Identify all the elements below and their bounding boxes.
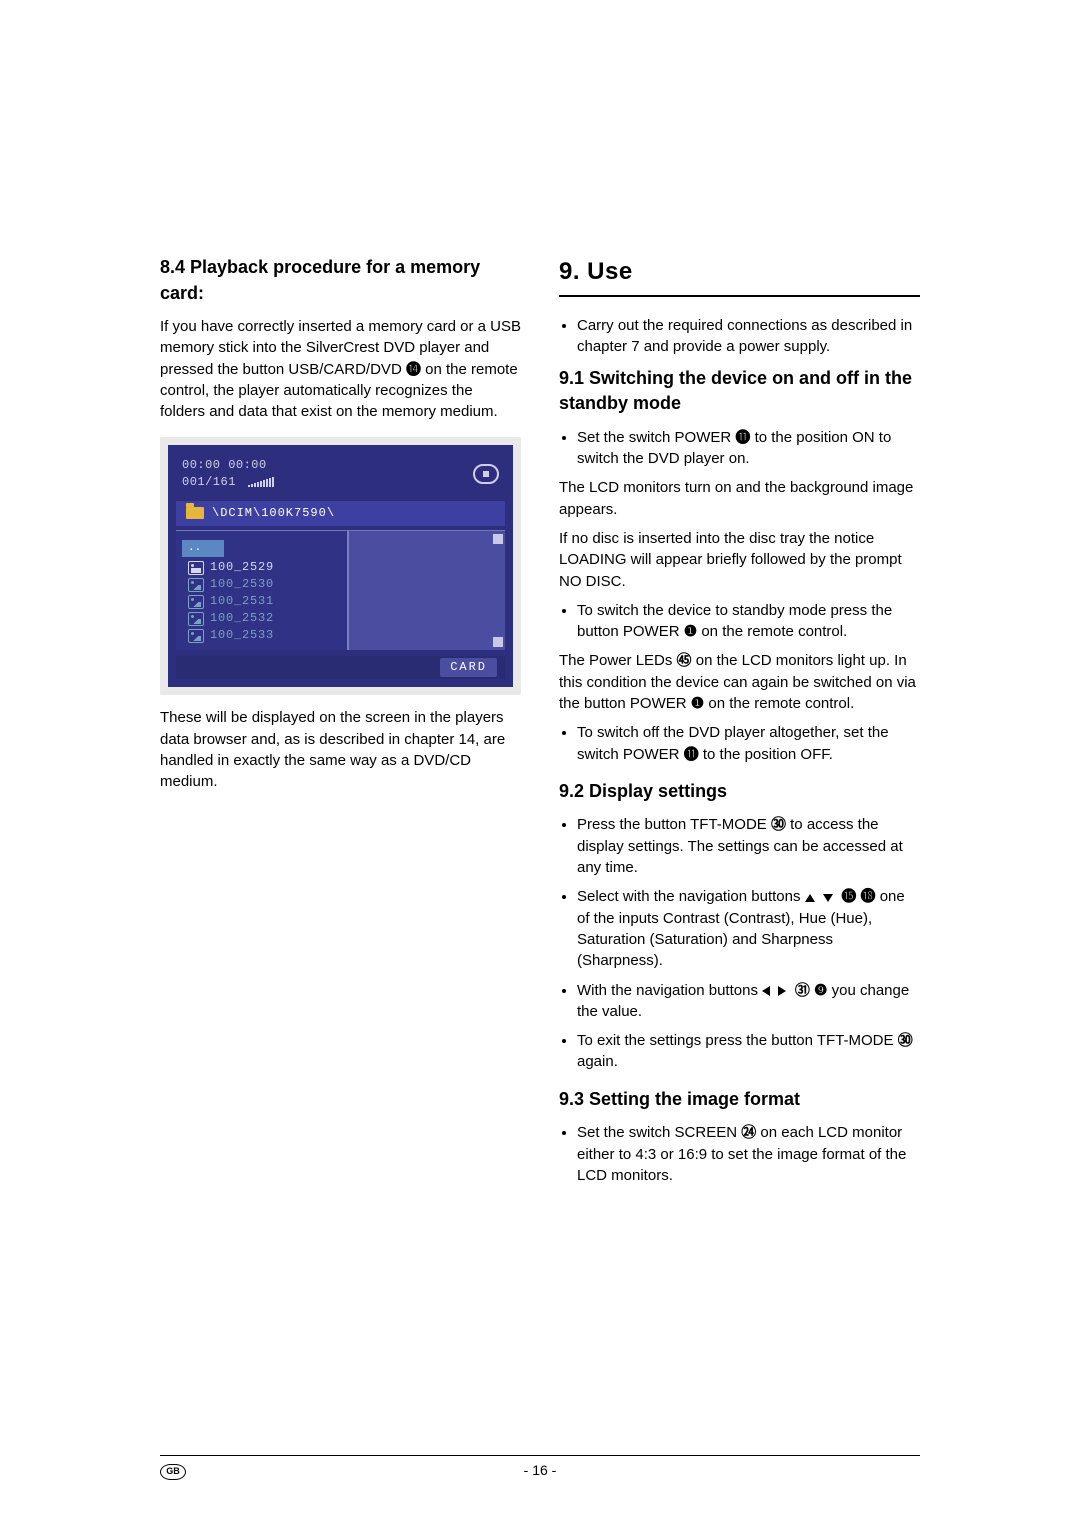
screenshot-top-bar: 00:00 00:00 001/161 <box>176 453 505 495</box>
para-8-4-outro: These will be displayed on the screen in… <box>160 707 521 792</box>
para-power-leds: The Power LEDs ㊺ on the LCD monitors lig… <box>559 650 920 714</box>
list-item: 100_2531 <box>182 593 347 610</box>
screenshot-card-browser: 00:00 00:00 001/161 <box>160 437 521 696</box>
image-file-icon <box>188 578 204 592</box>
ref-24-icon: ㉔ <box>741 1122 756 1143</box>
left-column: 8.4 Playback procedure for a memory card… <box>160 255 521 1194</box>
preview-pane <box>347 531 506 651</box>
manual-page: 8.4 Playback procedure for a memory card… <box>0 0 1080 1528</box>
screenshot-index: 001/161 <box>182 474 236 491</box>
image-file-icon <box>188 595 204 609</box>
chapter-rule <box>559 295 920 297</box>
list-item: To exit the settings press the button TF… <box>577 1030 920 1073</box>
image-file-icon <box>188 629 204 643</box>
heading-9-3: 9.3 Setting the image format <box>559 1087 920 1113</box>
list-item: Select with the navigation buttons ⓯ ⓲ o… <box>577 886 920 971</box>
heading-9-2: 9.2 Display settings <box>559 779 920 805</box>
scroll-up-icon <box>493 534 503 544</box>
para-no-disc: If no disc is inserted into the disc tra… <box>559 528 920 592</box>
media-type-bar: CARD <box>176 656 505 679</box>
screenshot-file-pane: .. 100_2529 100_2530 100_2531 100_2532 1… <box>176 530 505 651</box>
card-label: CARD <box>440 658 497 677</box>
screenshot-path: \DCIM\100K7590\ <box>212 505 335 522</box>
image-file-icon <box>188 561 204 575</box>
ref-14-icon: ⓮ <box>406 359 421 380</box>
heading-8-4: 8.4 Playback procedure for a memory card… <box>160 255 521 306</box>
ref-11-icon: ⓫ <box>735 427 750 448</box>
arrow-right-icon <box>778 986 786 996</box>
ref-18-icon: ⓲ <box>861 886 876 907</box>
list-item: To switch off the DVD player altogether,… <box>577 722 920 765</box>
ref-1-icon: ❶ <box>684 621 697 642</box>
arrow-up-icon <box>805 894 815 902</box>
screenshot-time: 00:00 00:00 <box>182 457 274 474</box>
footer-rule <box>160 1455 920 1456</box>
ref-31-icon: ㉛ <box>795 980 810 1001</box>
list-item: To switch the device to standby mode pre… <box>577 600 920 643</box>
chapter-9-title: 9. Use <box>559 255 920 289</box>
file-list: .. 100_2529 100_2530 100_2531 100_2532 1… <box>176 531 347 651</box>
para-8-4-intro: If you have correctly inserted a memory … <box>160 316 521 422</box>
list-item: 100_2530 <box>182 576 347 593</box>
list-item: 100_2532 <box>182 610 347 627</box>
ref-15-icon: ⓯ <box>841 886 856 907</box>
ref-1-icon: ❶ <box>691 693 704 714</box>
ref-9-icon: ❾ <box>814 980 827 1001</box>
ref-30-icon: ㉚ <box>898 1030 913 1051</box>
gb-oval-icon: GB <box>160 1464 186 1480</box>
list-item: 100_2533 <box>182 627 347 644</box>
folder-icon <box>186 507 204 519</box>
list-item: Set the switch SCREEN ㉔ on each LCD moni… <box>577 1122 920 1186</box>
page-number: - 16 - <box>524 1462 557 1478</box>
right-column: 9. Use Carry out the required connection… <box>559 255 920 1194</box>
image-file-icon <box>188 612 204 626</box>
ref-45-icon: ㊺ <box>677 650 692 671</box>
ref-11-icon: ⓫ <box>684 744 699 765</box>
footer: GB - 16 - <box>160 1462 920 1478</box>
list-item: Carry out the required connections as de… <box>577 315 920 358</box>
ref-30-icon: ㉚ <box>771 814 786 835</box>
list-item: With the navigation buttons ㉛ ❾ you chan… <box>577 980 920 1023</box>
volume-bars-icon <box>248 477 274 487</box>
stop-icon <box>473 464 499 484</box>
dir-up-item: .. <box>182 540 224 558</box>
heading-9-1: 9.1 Switching the device on and off in t… <box>559 366 920 417</box>
chapter-intro-list: Carry out the required connections as de… <box>559 315 920 358</box>
list-item: Press the button TFT-MODE ㉚ to access th… <box>577 814 920 878</box>
arrow-left-icon <box>762 986 770 996</box>
para-lcd-on: The LCD monitors turn on and the backgro… <box>559 477 920 520</box>
scroll-down-icon <box>493 637 503 647</box>
arrow-down-icon <box>823 894 833 902</box>
screenshot-path-bar: \DCIM\100K7590\ <box>176 501 505 526</box>
list-item: 100_2529 <box>182 559 347 576</box>
list-item: Set the switch POWER ⓫ to the position O… <box>577 427 920 470</box>
two-column-layout: 8.4 Playback procedure for a memory card… <box>160 255 920 1194</box>
